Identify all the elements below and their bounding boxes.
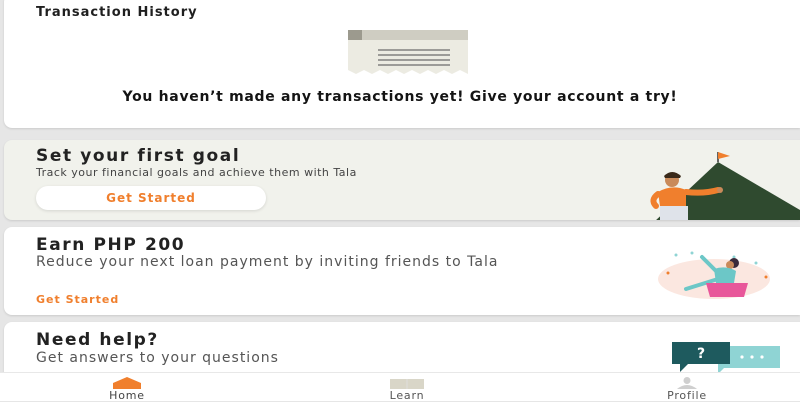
transaction-history-title: Transaction History bbox=[36, 5, 198, 20]
earn-card-title: Earn PHP 200 bbox=[36, 235, 186, 255]
help-card-title: Need help? bbox=[36, 330, 159, 350]
nav-label-home: Home bbox=[109, 389, 145, 402]
nav-item-learn[interactable]: Learn bbox=[347, 373, 467, 402]
goal-card-subtitle: Track your financial goals and achieve t… bbox=[36, 166, 357, 179]
help-card-subtitle: Get answers to your questions bbox=[36, 350, 279, 366]
home-icon bbox=[113, 377, 141, 389]
goal-mountain-illustration bbox=[650, 152, 800, 220]
receipt-icon bbox=[348, 30, 468, 74]
nav-label-learn: Learn bbox=[389, 389, 425, 402]
empty-transactions-message: You haven’t made any transactions yet! G… bbox=[122, 89, 678, 105]
transaction-history-card: Transaction History You haven’t made any… bbox=[4, 0, 800, 128]
nav-item-profile[interactable]: Profile bbox=[627, 373, 747, 402]
goal-get-started-button[interactable]: Get Started bbox=[36, 186, 266, 210]
chat-help-question-mark: ? bbox=[697, 346, 705, 362]
nav-label-profile: Profile bbox=[667, 389, 707, 402]
goal-card[interactable]: Set your first goal Track your financial… bbox=[4, 140, 800, 220]
chat-help-icon: ? bbox=[672, 342, 780, 374]
book-icon bbox=[390, 379, 424, 389]
earn-card-subtitle: Reduce your next loan payment by invitin… bbox=[36, 254, 499, 270]
bottom-navigation: Home Learn Profile bbox=[0, 372, 800, 402]
goal-card-title: Set your first goal bbox=[36, 146, 241, 166]
invite-friends-illustration bbox=[658, 251, 770, 299]
nav-item-home[interactable]: Home bbox=[67, 373, 187, 402]
earn-get-started-link[interactable]: Get Started bbox=[36, 293, 119, 306]
earn-card[interactable]: Earn PHP 200 Reduce your next loan payme… bbox=[4, 227, 800, 315]
profile-icon bbox=[677, 377, 697, 389]
